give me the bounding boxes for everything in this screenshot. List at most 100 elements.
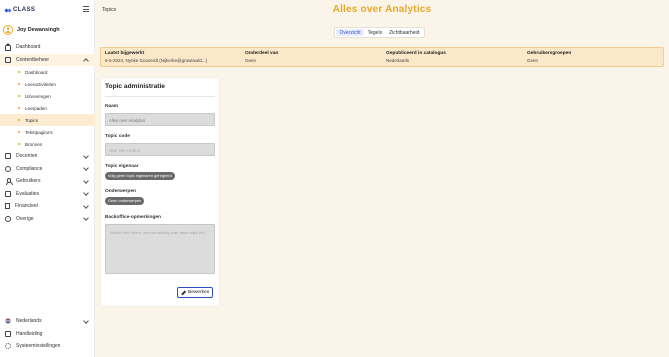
card-title: Topic administratie: [105, 83, 165, 90]
name-label: Naam: [105, 104, 119, 109]
remarks-textarea[interactable]: Noteer hier intern, een opmerking over d…: [105, 224, 215, 274]
sidebar-item-overige[interactable]: Overige: [0, 213, 95, 226]
sidebar-item-dashboard[interactable]: Dashboard: [0, 41, 95, 54]
owner-chip[interactable]: Volg geen topic eigenaren geregeerd: [105, 172, 175, 180]
sidebar-subitem-label: Dashboard: [25, 69, 48, 75]
sidebar-subitem-label: Leeractiviteiten: [25, 81, 56, 87]
info-bar: Laatst bijgewerkt 6-6-2024, Nynke Goover…: [100, 47, 664, 67]
info-value: 6-6-2024, Nynke Gooverdt (Nijkerke@growt…: [105, 58, 208, 63]
pencil-icon: [181, 290, 186, 295]
chevron-down-icon: [83, 202, 89, 209]
content-icon: [5, 56, 11, 63]
other-icon: [5, 215, 11, 222]
sidebar-item-evaluaties[interactable]: Evaluaties: [0, 188, 95, 201]
class-logo-icon: [5, 7, 11, 13]
subjects-label: Onderwerpen: [105, 189, 136, 194]
user-name: Joy Dewansingh: [17, 27, 60, 33]
info-key: Gepubliceerd in catalogus: [386, 51, 446, 56]
tab-bar: Overzicht Tegels Zichtbaarheid: [334, 27, 425, 38]
info-value: Geen: [527, 58, 539, 63]
sidebar-item-docenten[interactable]: Docenten: [0, 150, 95, 163]
sidebar-subitem-tekstpaginas[interactable]: Tekstpagina's: [0, 126, 95, 138]
chevron-down-icon: [83, 215, 89, 221]
tab-zichtbaarheid[interactable]: Zichtbaarheid: [386, 29, 423, 36]
main-content: Topics Alles over Analytics Overzicht Te…: [95, 0, 669, 357]
sidebar-subitem-label: Bronnen: [25, 141, 43, 147]
info-part-of: Onderdeel van Geen: [245, 51, 278, 63]
bullet-icon: [18, 71, 20, 73]
page-title: Alles over Analytics: [332, 4, 432, 15]
sidebar-item-label: Docenten: [16, 153, 38, 160]
info-key: Onderdeel van: [245, 51, 279, 56]
sidebar-subitem-leeractiviteiten[interactable]: Leeractiviteiten: [0, 78, 95, 90]
info-value: Geen: [245, 58, 257, 63]
sidebar-subitem-label: Tekstpagina's: [25, 129, 53, 135]
sidebar-item-label: Gebruikers: [16, 178, 41, 185]
sidebar-item-label: Financieel: [15, 203, 38, 210]
flag-nl-icon: [5, 318, 11, 325]
language-selector[interactable]: Nederlands: [0, 315, 95, 328]
sidebar-item-label: Contentbeheer: [16, 56, 50, 63]
sidebar-subitem-label: Uitvoeringen: [25, 93, 51, 99]
brand-name: CLASS: [13, 7, 36, 13]
sidebar-item-handleiding[interactable]: Handleiding: [0, 328, 95, 341]
bullet-icon: [18, 83, 20, 85]
info-key: Laatst bijgewerkt: [105, 51, 145, 56]
sidebar-item-label: Overige: [16, 215, 34, 222]
info-last-updated: Laatst bijgewerkt 6-6-2024, Nynke Goover…: [105, 51, 207, 63]
chevron-down-icon: [83, 317, 89, 324]
tab-tegels[interactable]: Tegels: [364, 29, 385, 36]
sidebar-subitem-uitvoeringen[interactable]: Uitvoeringen: [0, 90, 95, 102]
sidebar-item-financieel[interactable]: Financieel: [0, 200, 95, 213]
sidebar-subitem-topics[interactable]: Topics: [0, 114, 95, 126]
info-user-groups: Gebruikersgroepen Geen: [527, 51, 571, 63]
info-key: Gebruikersgroepen: [527, 51, 572, 56]
avatar-icon: [3, 25, 13, 35]
sidebar-subitem-label: Topics: [25, 117, 39, 123]
chevron-up-icon: [83, 58, 89, 64]
remarks-label: Backoffice-opmerkingen: [105, 215, 161, 220]
topic-code-label: Topic code: [105, 134, 130, 139]
edit-button[interactable]: Bewerken: [177, 287, 214, 298]
chevron-down-icon: [83, 165, 89, 171]
language-label: Nederlands: [16, 318, 42, 325]
chevron-down-icon: [83, 177, 89, 184]
subjects-chip[interactable]: Geen onderwerpen: [105, 197, 145, 205]
sidebar-subitem-bronnen[interactable]: Bronnen: [0, 138, 95, 150]
sidebar-item-label: Systeeminstellingen: [16, 343, 61, 350]
finance-icon: [5, 203, 10, 210]
sidebar-subitem-label: Leerpaden: [25, 105, 47, 111]
users-icon: [5, 178, 13, 186]
info-value: Nederlands: [386, 58, 410, 63]
home-icon: [5, 42, 11, 51]
gear-icon: [5, 343, 11, 350]
sidebar-item-label: Evaluaties: [16, 190, 40, 197]
tab-overzicht[interactable]: Overzicht: [336, 29, 365, 36]
sidebar-item-systeeminstellingen[interactable]: Systeeminstellingen: [0, 340, 95, 353]
sidebar-item-compliance[interactable]: Compliance: [0, 163, 95, 176]
chevron-down-icon: [83, 152, 89, 159]
topic-admin-card: Topic administratie Naam Alles over Anal…: [101, 78, 219, 306]
sidebar-nav: Dashboard Contentbeheer Dashboard Leerac…: [0, 41, 95, 225]
owner-label: Topic eigenaar: [105, 164, 139, 169]
name-field[interactable]: Alles over Analytics: [105, 113, 215, 126]
info-published: Gepubliceerd in catalogus Nederlands: [386, 51, 446, 63]
chevron-down-icon: [83, 190, 89, 196]
sidebar-subitem-dashboard[interactable]: Dashboard: [0, 66, 95, 78]
brand-logo[interactable]: CLASS: [5, 6, 35, 14]
bullet-icon: [18, 107, 20, 109]
sidebar-item-gebruikers[interactable]: Gebruikers: [0, 175, 95, 188]
sidebar-item-label: Dashboard: [16, 44, 41, 51]
topic-code-field[interactable]: Voer een code in: [105, 143, 215, 156]
user-profile[interactable]: Joy Dewansingh: [3, 25, 60, 35]
teacher-icon: [5, 153, 11, 160]
divider: [105, 96, 215, 97]
menu-toggle-icon[interactable]: [83, 6, 89, 12]
bullet-icon: [18, 95, 20, 97]
sidebar-item-contentbeheer[interactable]: Contentbeheer: [0, 53, 95, 66]
compliance-icon: [5, 165, 11, 172]
manual-icon: [5, 330, 11, 337]
sidebar: CLASS Joy Dewansingh Dashboard Contentbe…: [0, 0, 95, 357]
sidebar-item-label: Handleiding: [16, 330, 43, 337]
sidebar-subitem-leerpaden[interactable]: Leerpaden: [0, 102, 95, 114]
